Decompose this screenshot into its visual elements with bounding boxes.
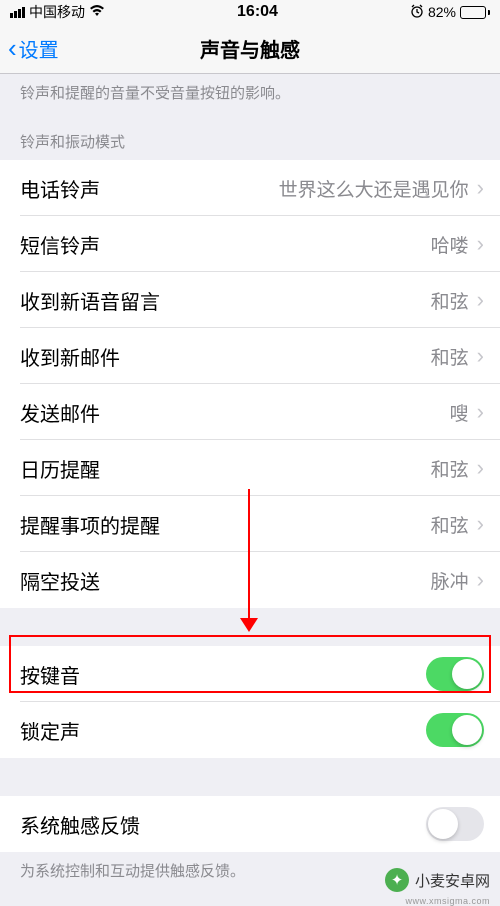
row-label: 提醒事项的提醒: [20, 510, 160, 539]
watermark-url: www.xmsigma.com: [405, 896, 490, 906]
chevron-right-icon: ›: [477, 231, 484, 257]
signal-icon: [10, 7, 25, 18]
row-lock-sound[interactable]: 锁定声: [0, 702, 500, 758]
row-sent-mail[interactable]: 发送邮件 嗖 ›: [0, 384, 500, 440]
chevron-right-icon: ›: [477, 399, 484, 425]
chevron-right-icon: ›: [477, 511, 484, 537]
row-value: 世界这么大还是遇见你: [279, 175, 469, 202]
battery-pct: 82%: [428, 4, 456, 20]
status-time: 16:04: [237, 3, 278, 21]
row-value: 哈喽: [431, 231, 469, 258]
section-header: 铃声和振动模式: [0, 113, 500, 160]
row-value: 脉冲: [431, 567, 469, 594]
watermark-logo-icon: ✦: [385, 868, 409, 892]
row-label: 系统触感反馈: [20, 810, 140, 839]
haptic-list: 系统触感反馈: [0, 796, 500, 852]
row-value: 嗖: [450, 399, 469, 426]
row-value: 和弦: [431, 511, 469, 538]
row-label: 锁定声: [20, 716, 80, 745]
row-keyboard-clicks[interactable]: 按键音: [0, 646, 500, 702]
annotation-arrow-head: [240, 618, 258, 632]
row-text-tone[interactable]: 短信铃声 哈喽 ›: [0, 216, 500, 272]
toggle-system-haptics[interactable]: [426, 807, 484, 841]
chevron-left-icon: ‹: [8, 33, 17, 64]
annotation-arrow: [248, 489, 250, 625]
chevron-right-icon: ›: [477, 567, 484, 593]
status-right: 82%: [410, 4, 490, 21]
toggle-lock-sound[interactable]: [426, 713, 484, 747]
watermark: ✦ 小麦安卓网: [385, 868, 490, 892]
row-voicemail[interactable]: 收到新语音留言 和弦 ›: [0, 272, 500, 328]
back-label: 设置: [19, 34, 59, 63]
row-label: 发送邮件: [20, 398, 100, 427]
row-label: 收到新语音留言: [20, 286, 160, 315]
row-phone-ringtone[interactable]: 电话铃声 世界这么大还是遇见你 ›: [0, 160, 500, 216]
row-calendar[interactable]: 日历提醒 和弦 ›: [0, 440, 500, 496]
back-button[interactable]: ‹ 设置: [8, 33, 59, 64]
row-label: 按键音: [20, 660, 80, 689]
row-reminders[interactable]: 提醒事项的提醒 和弦 ›: [0, 496, 500, 552]
nav-bar: ‹ 设置 声音与触感: [0, 24, 500, 74]
toggle-keyboard-clicks[interactable]: [426, 657, 484, 691]
page-title: 声音与触感: [200, 34, 300, 63]
chevron-right-icon: ›: [477, 287, 484, 313]
chevron-right-icon: ›: [477, 175, 484, 201]
row-label: 日历提醒: [20, 454, 100, 483]
row-new-mail[interactable]: 收到新邮件 和弦 ›: [0, 328, 500, 384]
row-label: 短信铃声: [20, 230, 100, 259]
wifi-icon: [89, 5, 105, 20]
battery-icon: [460, 6, 490, 19]
chevron-right-icon: ›: [477, 455, 484, 481]
row-value: 和弦: [431, 455, 469, 482]
alarm-icon: [410, 4, 424, 21]
row-airdrop[interactable]: 隔空投送 脉冲 ›: [0, 552, 500, 608]
row-label: 隔空投送: [20, 566, 100, 595]
status-bar: 中国移动 16:04 82%: [0, 0, 500, 24]
watermark-text: 小麦安卓网: [415, 870, 490, 891]
carrier-label: 中国移动: [29, 2, 85, 22]
row-system-haptics[interactable]: 系统触感反馈: [0, 796, 500, 852]
sound-toggles-list: 按键音 锁定声: [0, 646, 500, 758]
row-value: 和弦: [431, 287, 469, 314]
ringtone-list: 电话铃声 世界这么大还是遇见你 › 短信铃声 哈喽 › 收到新语音留言 和弦 ›…: [0, 160, 500, 608]
row-value: 和弦: [431, 343, 469, 370]
row-label: 收到新邮件: [20, 342, 120, 371]
row-label: 电话铃声: [20, 174, 100, 203]
note-text: 铃声和提醒的音量不受音量按钮的影响。: [0, 74, 500, 113]
status-left: 中国移动: [10, 2, 105, 22]
chevron-right-icon: ›: [477, 343, 484, 369]
